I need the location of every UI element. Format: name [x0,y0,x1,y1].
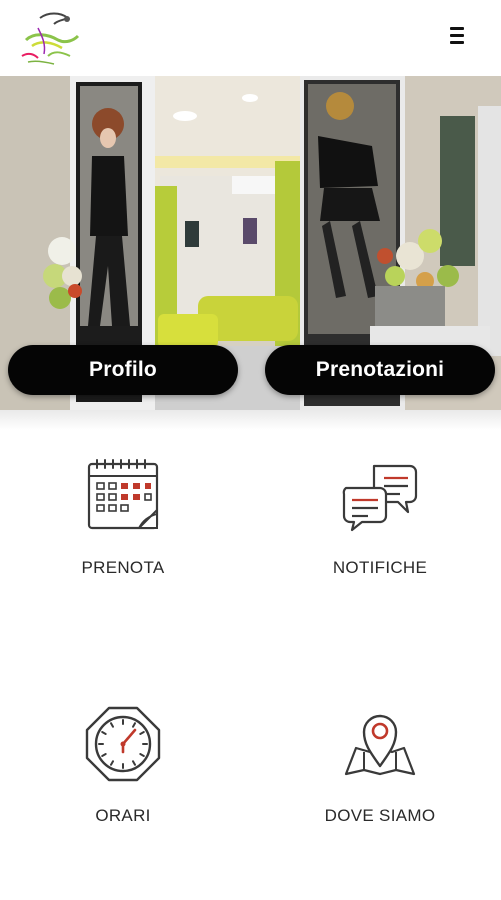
menu-line [450,26,464,30]
tile-prenota-label: PRENOTA [81,558,165,577]
app-header [0,0,501,76]
menu-line [450,40,464,44]
profilo-button[interactable]: Profilo [8,345,238,395]
clock-icon [83,704,163,784]
prenotazioni-button-label: Prenotazioni [315,358,445,381]
prenotazioni-button[interactable]: Prenotazioni [265,345,495,395]
map-pin-icon [340,704,420,784]
calendar-icon [83,456,163,536]
tile-prenota[interactable]: PRENOTA [13,456,233,616]
tile-orari[interactable]: ORARI [13,704,233,864]
hamburger-menu-icon[interactable] [450,24,472,46]
chat-bubbles-icon [340,456,420,536]
profilo-button-label: Profilo [89,358,157,381]
tile-notifiche-label: NOTIFICHE [332,558,428,577]
tile-orari-label: ORARI [95,806,151,825]
salon-logo[interactable] [18,10,80,68]
tile-dove-siamo[interactable]: DOVE SIAMO [270,704,490,864]
tile-dove-siamo-label: DOVE SIAMO [324,806,436,825]
menu-line [450,33,464,37]
tile-notifiche[interactable]: NOTIFICHE [270,456,490,616]
hero-shadow [0,410,501,430]
